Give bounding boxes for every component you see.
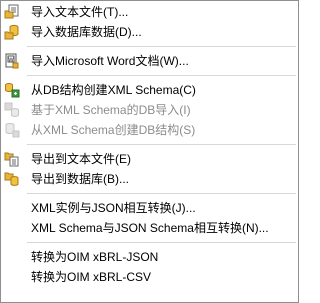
db-import-icon bbox=[4, 102, 20, 118]
word-document-icon: W bbox=[4, 53, 20, 69]
menu-item-import-word[interactable]: W 导入Microsoft Word文档(W)... bbox=[1, 51, 298, 71]
import-database-icon bbox=[4, 24, 20, 40]
menu-item-import-database[interactable]: 导入数据库数据(D)... bbox=[1, 22, 298, 42]
menu-item-convert-xbrl-csv[interactable]: 转换为OIM xBRL-CSV bbox=[1, 267, 298, 287]
export-database-icon bbox=[4, 171, 20, 187]
menu-body: 导入文本文件(T)... 导入数据库数据(D)... W 导入Microsoft… bbox=[1, 1, 298, 287]
menu-item-db-import: 基于XML Schema的DB导入(I) bbox=[1, 100, 298, 120]
menu-item-create-db: 从XML Schema创建DB结构(S) bbox=[1, 120, 298, 140]
menu-item-label: 导入Microsoft Word文档(W)... bbox=[31, 54, 189, 68]
menu-item-export-database[interactable]: 导出到数据库(B)... bbox=[1, 169, 298, 189]
create-db-icon bbox=[4, 122, 20, 138]
menu-item-create-schema-from-db[interactable]: 从DB结构创建XML Schema(C) bbox=[1, 80, 298, 100]
menu-separator bbox=[1, 189, 298, 198]
export-text-file-icon bbox=[4, 151, 20, 167]
menu-item-label: 导出到数据库(B)... bbox=[31, 172, 129, 186]
menu-item-label: XML Schema与JSON Schema相互转换(N)... bbox=[31, 221, 269, 235]
menu-item-export-text-file[interactable]: 导出到文本文件(E) bbox=[1, 149, 298, 169]
import-text-file-icon bbox=[4, 4, 20, 20]
menu-item-label: 导入文本文件(T)... bbox=[31, 5, 129, 19]
menu-separator bbox=[1, 71, 298, 80]
menu-item-label: 转换为OIM xBRL-CSV bbox=[31, 270, 152, 284]
menu-item-label: 基于XML Schema的DB导入(I) bbox=[31, 103, 191, 117]
menu-item-label: 导入数据库数据(D)... bbox=[31, 25, 142, 39]
convert-context-menu: 导入文本文件(T)... 导入数据库数据(D)... W 导入Microsoft… bbox=[0, 0, 299, 303]
menu-item-import-text-file[interactable]: 导入文本文件(T)... bbox=[1, 2, 298, 22]
menu-item-label: 从DB结构创建XML Schema(C) bbox=[31, 83, 196, 97]
menu-separator bbox=[1, 238, 298, 247]
menu-item-schema-json-convert[interactable]: XML Schema与JSON Schema相互转换(N)... bbox=[1, 218, 298, 238]
menu-item-xml-json-convert[interactable]: XML实例与JSON相互转换(J)... bbox=[1, 198, 298, 218]
menu-item-label: XML实例与JSON相互转换(J)... bbox=[31, 201, 196, 215]
menu-item-label: 导出到文本文件(E) bbox=[31, 152, 131, 166]
menu-separator bbox=[1, 140, 298, 149]
menu-item-label: 从XML Schema创建DB结构(S) bbox=[31, 123, 196, 137]
menu-item-label: 转换为OIM xBRL-JSON bbox=[31, 250, 159, 264]
menu-item-convert-xbrl-json[interactable]: 转换为OIM xBRL-JSON bbox=[1, 247, 298, 267]
menu-separator bbox=[1, 42, 298, 51]
svg-text:W: W bbox=[8, 57, 14, 63]
create-schema-from-db-icon bbox=[4, 82, 20, 98]
